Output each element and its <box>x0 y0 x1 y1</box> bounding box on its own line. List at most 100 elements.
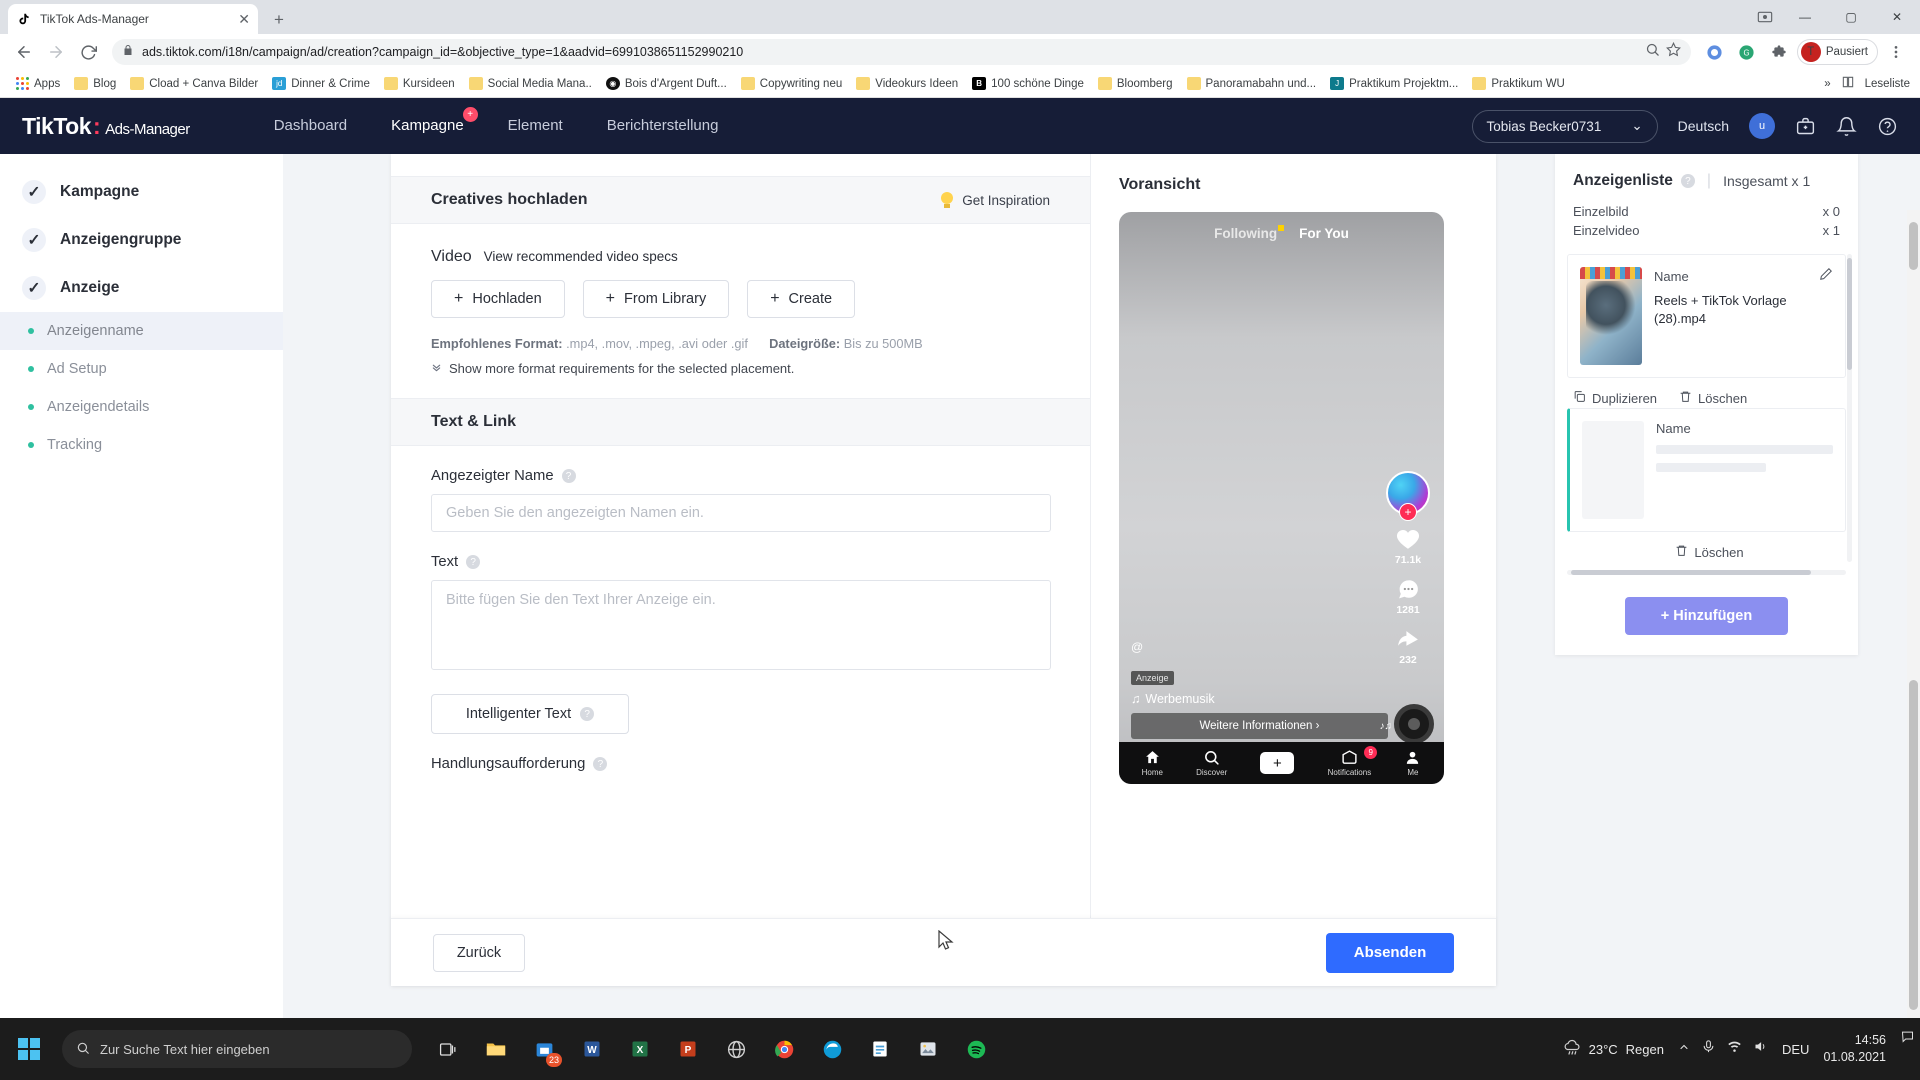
powerpoint-icon[interactable]: P <box>666 1025 710 1073</box>
upload-button[interactable]: + Hochladen <box>431 280 565 318</box>
task-view-icon[interactable] <box>426 1025 470 1073</box>
comment-button[interactable]: 1281 <box>1396 577 1421 616</box>
duplicate-button[interactable]: Duplizieren <box>1573 390 1657 406</box>
sidebar-step-anzeigengruppe[interactable]: ✓ Anzeigengruppe <box>0 216 283 264</box>
bookmark-videokurs[interactable]: Videokurs Ideen <box>850 74 964 93</box>
page-scrollbar[interactable] <box>1907 210 1920 1018</box>
sheets-icon[interactable] <box>858 1025 902 1073</box>
help-icon[interactable]: ? <box>580 707 595 721</box>
bookmarks-overflow-button[interactable]: » <box>1824 78 1830 90</box>
bookmark-kursideen[interactable]: Kursideen <box>378 74 461 93</box>
bookmark-bloomberg[interactable]: Bloomberg <box>1092 74 1179 93</box>
volume-icon[interactable] <box>1753 1039 1768 1059</box>
extension-icon-2[interactable]: G <box>1733 38 1761 66</box>
bookmark-apps[interactable]: Apps <box>10 74 66 93</box>
ad-card[interactable]: Name <box>1567 408 1846 532</box>
display-name-input[interactable]: Geben Sie den angezeigten Namen ein. <box>431 494 1051 532</box>
tab-following[interactable]: Following <box>1214 225 1285 241</box>
new-tab-button[interactable]: + <box>268 9 290 31</box>
bookmark-blog[interactable]: Blog <box>68 74 122 93</box>
word-icon[interactable]: W <box>570 1025 614 1073</box>
ad-card[interactable]: Name Reels + TikTok Vorlage (28).mp4 <box>1567 254 1846 378</box>
sidebar-step-kampagne[interactable]: ✓ Kampagne <box>0 168 283 216</box>
taskbar-clock[interactable]: 14:56 01.08.2021 <box>1823 1032 1886 1066</box>
edge-icon[interactable] <box>810 1025 854 1073</box>
bottom-nav-discover[interactable]: Discover <box>1196 749 1227 777</box>
start-button[interactable] <box>0 1018 58 1080</box>
reading-list-label[interactable]: Leseliste <box>1865 78 1910 90</box>
app-logo[interactable]: TikTok: Ads-Manager <box>22 113 190 140</box>
sidebar-item-anzeigendetails[interactable]: Anzeigendetails <box>0 388 283 426</box>
bottom-nav-home[interactable]: Home <box>1142 749 1163 777</box>
close-icon[interactable]: ✕ <box>238 12 250 26</box>
submit-button[interactable]: Absenden <box>1326 932 1454 973</box>
help-icon[interactable]: ? <box>561 469 576 483</box>
window-close-button[interactable]: ✕ <box>1874 0 1920 34</box>
forward-icon[interactable] <box>42 38 70 66</box>
ad-list-horizontal-scrollbar[interactable] <box>1567 570 1846 575</box>
browser-tab[interactable]: TikTok Ads-Manager ✕ <box>8 4 258 34</box>
chrome-menu-icon[interactable] <box>1882 38 1910 66</box>
notification-center-icon[interactable] <box>1900 1029 1913 1069</box>
nav-item-element[interactable]: Element <box>486 98 585 154</box>
help-icon[interactable]: ? <box>1680 174 1695 188</box>
address-bar[interactable]: ads.tiktok.com/i18n/campaign/ad/creation… <box>112 39 1691 65</box>
chevron-up-icon[interactable] <box>1678 1040 1690 1058</box>
help-icon[interactable]: ? <box>466 555 481 569</box>
smart-text-button[interactable]: Intelligenter Text ? <box>431 694 629 734</box>
help-icon[interactable] <box>1877 116 1898 137</box>
extension-icon-1[interactable] <box>1701 38 1729 66</box>
bookmark-cload-canva[interactable]: Cload + Canva Bilder <box>124 74 264 93</box>
minimize-button[interactable]: — <box>1782 0 1828 34</box>
ad-text-textarea[interactable]: Bitte fügen Sie den Text Ihrer Anzeige e… <box>431 580 1051 670</box>
microphone-icon[interactable] <box>1701 1039 1716 1059</box>
bookmark-praktikum-projektm[interactable]: J Praktikum Projektm... <box>1324 74 1464 93</box>
bookmark-100-schoene-dinge[interactable]: B 100 schöne Dinge <box>966 74 1090 93</box>
bell-icon[interactable] <box>1836 116 1857 137</box>
sidebar-item-ad-setup[interactable]: Ad Setup <box>0 350 283 388</box>
chrome-icon[interactable] <box>762 1025 806 1073</box>
delete-button[interactable]: Löschen <box>1679 390 1747 406</box>
sidebar-step-anzeige[interactable]: ✓ Anzeige <box>0 264 283 312</box>
ad-list-vertical-scrollbar[interactable] <box>1847 254 1852 562</box>
bottom-nav-notifications[interactable]: 9 Notifications <box>1328 746 1378 777</box>
nav-item-berichterstellung[interactable]: Berichterstellung <box>585 98 741 154</box>
avatar[interactable]: u <box>1749 113 1775 139</box>
add-ad-button[interactable]: + Hinzufügen <box>1625 597 1788 635</box>
spotify-icon[interactable] <box>954 1025 998 1073</box>
create-button[interactable]: + Create <box>747 280 856 318</box>
screencast-icon[interactable] <box>1748 0 1782 34</box>
language-indicator[interactable]: DEU <box>1782 1042 1809 1057</box>
store-icon[interactable]: 23 <box>522 1025 566 1073</box>
photos-icon[interactable] <box>906 1025 950 1073</box>
from-library-button[interactable]: + From Library <box>582 280 730 318</box>
bookmark-star-icon[interactable] <box>1665 41 1681 62</box>
pencil-icon[interactable] <box>1819 267 1833 286</box>
language-selector[interactable]: Deutsch <box>1678 118 1729 134</box>
back-button[interactable]: Zurück <box>433 933 525 972</box>
maximize-button[interactable]: ▢ <box>1828 0 1874 34</box>
phone-cta-button[interactable]: Weitere Informationen › <box>1131 713 1388 739</box>
avatar[interactable]: + <box>1386 471 1430 521</box>
back-icon[interactable] <box>10 38 38 66</box>
zoom-icon[interactable] <box>1645 42 1660 62</box>
bottom-nav-me[interactable]: Me <box>1404 749 1421 777</box>
taskbar-search[interactable]: Zur Suche Text hier eingeben <box>62 1030 412 1068</box>
tab-for-you[interactable]: For You <box>1299 226 1349 241</box>
briefcase-icon[interactable] <box>1795 116 1816 137</box>
nav-item-dashboard[interactable]: Dashboard <box>252 98 369 154</box>
bookmark-copywriting[interactable]: Copywriting neu <box>735 74 848 93</box>
chrome-profile-button[interactable]: T Pausiert <box>1796 39 1878 65</box>
video-specs-link[interactable]: View recommended video specs <box>484 249 678 264</box>
bookmark-social-media[interactable]: Social Media Mana.. <box>463 74 598 93</box>
reload-icon[interactable] <box>74 38 102 66</box>
file-explorer-icon[interactable] <box>474 1025 518 1073</box>
like-button[interactable]: 71.1k <box>1395 526 1421 566</box>
follow-plus-icon[interactable]: + <box>1399 503 1417 521</box>
nav-item-kampagne[interactable]: Kampagne + <box>369 98 486 154</box>
bookmark-panoramabahn[interactable]: Panoramabahn und... <box>1181 74 1323 93</box>
weather-widget[interactable]: 23°C Regen <box>1563 1039 1664 1060</box>
sidebar-item-tracking[interactable]: Tracking <box>0 426 283 464</box>
share-button[interactable]: 232 <box>1396 627 1421 666</box>
bottom-nav-create[interactable]: + <box>1257 752 1298 774</box>
